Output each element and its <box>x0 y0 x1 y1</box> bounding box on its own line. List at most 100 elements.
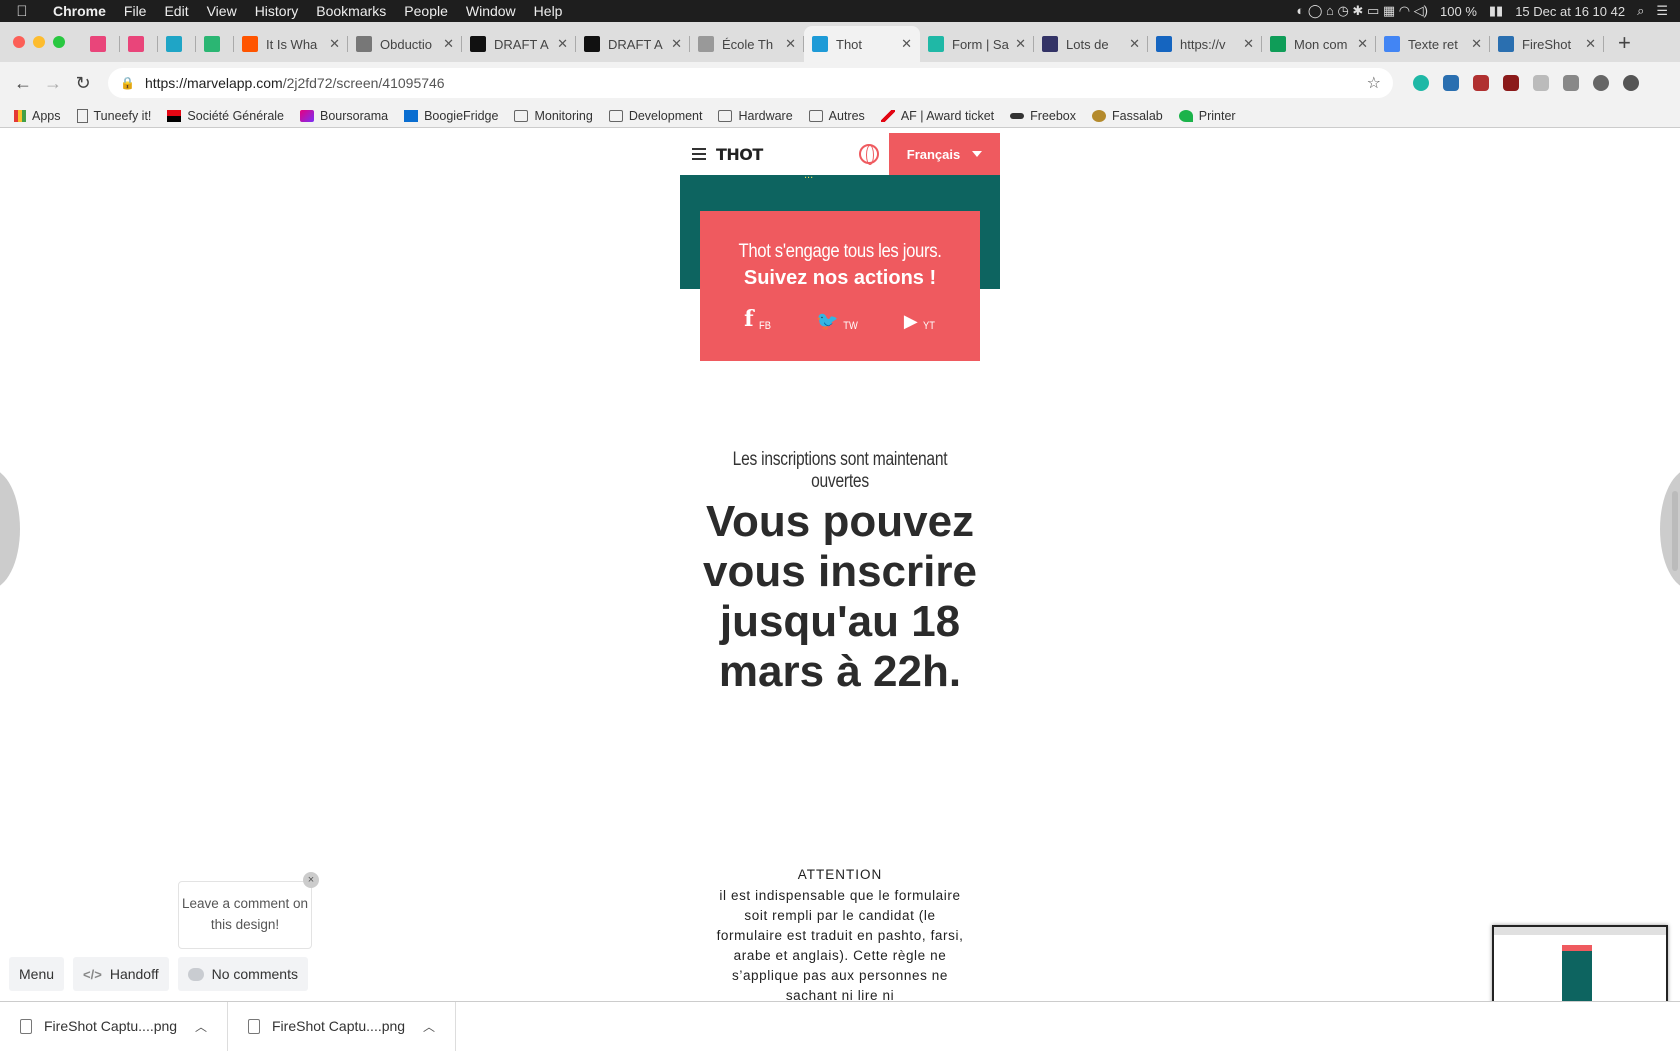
language-selector[interactable]: Français <box>889 133 1000 175</box>
menu-history[interactable]: History <box>246 3 308 19</box>
prev-screen-arrow[interactable] <box>0 469 20 589</box>
bookmark-freebox[interactable]: Freebox <box>1010 109 1076 123</box>
bookmark-tuneefy-it[interactable]: Tuneefy it! <box>76 108 151 123</box>
tab[interactable] <box>158 26 196 62</box>
tab[interactable]: FireShot ✕ <box>1490 26 1604 62</box>
tab-close-icon[interactable]: ✕ <box>329 36 340 52</box>
tab[interactable]: It Is Wha ✕ <box>234 26 348 62</box>
bookmark-hardware[interactable]: Hardware <box>718 109 793 123</box>
menu-people[interactable]: People <box>395 3 457 19</box>
s-extension-icon[interactable] <box>1563 75 1579 91</box>
bookmark-development[interactable]: Development <box>608 109 702 123</box>
tab[interactable]: Texte ret ✕ <box>1376 26 1490 62</box>
bookmark-af-award-ticket[interactable]: AF | Award ticket <box>880 109 994 123</box>
back-button[interactable]: ← <box>8 73 38 94</box>
menu-edit[interactable]: Edit <box>155 3 197 19</box>
thot-logo[interactable]: THOT <box>716 145 763 164</box>
tab[interactable]: École Th ✕ <box>690 26 804 62</box>
bookmark-apps[interactable]: Apps <box>14 109 61 123</box>
shield-extension-icon[interactable] <box>1503 75 1519 91</box>
tab-close-icon[interactable]: ✕ <box>671 36 682 52</box>
menu-help[interactable]: Help <box>525 3 572 19</box>
fireshot-extension-icon[interactable] <box>1443 75 1459 91</box>
tab-close-icon[interactable]: ✕ <box>1243 36 1254 52</box>
tab[interactable] <box>196 26 234 62</box>
menu-view[interactable]: View <box>198 3 246 19</box>
tab-active[interactable]: Thot ✕ <box>804 26 920 62</box>
clock[interactable]: 15 Dec at 16 10 42 <box>1515 4 1625 19</box>
download-item[interactable]: FireShot Captu....png ︿ <box>228 1001 456 1051</box>
bookmark-soci-t-g-n-rale[interactable]: Société Générale <box>167 109 284 123</box>
tab[interactable]: Obductio ✕ <box>348 26 462 62</box>
tab[interactable]: DRAFT A ✕ <box>576 26 690 62</box>
tab-label: FireShot <box>1522 36 1572 52</box>
tab[interactable]: Lots de ✕ <box>1034 26 1148 62</box>
scrollbar[interactable] <box>1672 491 1678 571</box>
menu-window[interactable]: Window <box>457 3 525 19</box>
tab-favicon-icon <box>128 36 144 52</box>
tab-close-icon[interactable]: ✕ <box>1585 36 1596 52</box>
bookmark-monitoring[interactable]: Monitoring <box>514 109 593 123</box>
bookmark-autres[interactable]: Autres <box>808 109 865 123</box>
battery-status[interactable]: 100 % <box>1440 4 1477 19</box>
reload-button[interactable]: ↻ <box>68 73 98 94</box>
tab-close-icon[interactable]: ✕ <box>1129 36 1140 52</box>
flag-icon[interactable]: ▮▮ <box>1489 3 1503 19</box>
handoff-button[interactable]: </> Handoff <box>73 957 169 991</box>
tab[interactable] <box>120 26 158 62</box>
thumbnail-topbar <box>1494 927 1666 935</box>
bookmark-boogiefridge[interactable]: BoogieFridge <box>404 109 498 123</box>
tab-close-icon[interactable]: ✕ <box>1471 36 1482 52</box>
tab[interactable] <box>82 26 120 62</box>
marvel-extension-icon[interactable] <box>1413 75 1429 91</box>
bookmark-star-icon[interactable]: ☆ <box>1367 73 1381 93</box>
comments-button[interactable]: No comments <box>177 957 308 991</box>
menu-button[interactable]: Menu <box>9 957 65 991</box>
tab-label: DRAFT A <box>494 36 549 52</box>
bookmark-fassalab[interactable]: Fassalab <box>1092 109 1163 123</box>
thot-mobile-design: ... THOT Français Thot s'engage tous les… <box>680 129 1000 1001</box>
chevron-up-icon[interactable]: ︿ <box>423 1018 435 1035</box>
zoom-window-button[interactable] <box>53 36 65 48</box>
tab-close-icon[interactable]: ✕ <box>443 36 454 52</box>
hamburger-menu-icon[interactable] <box>692 148 706 160</box>
menu-app-name[interactable]: Chrome <box>44 3 115 19</box>
tab-close-icon[interactable]: ✕ <box>557 36 568 52</box>
download-item[interactable]: FireShot Captu....png ︿ <box>0 1001 228 1051</box>
tab-close-icon[interactable]: ✕ <box>1015 36 1026 52</box>
twitter-link[interactable]: 🐦 TW <box>816 306 860 332</box>
bookmark-boursorama[interactable]: Boursorama <box>300 109 388 123</box>
globe-icon[interactable] <box>859 144 879 165</box>
youtube-link[interactable]: ▶ YT <box>904 306 936 332</box>
new-tab-button[interactable]: + <box>1604 30 1645 62</box>
extension-badge-icon[interactable] <box>1473 75 1489 91</box>
comment-prompt-bubble[interactable]: Leave a comment on this design! <box>178 881 312 949</box>
notification-center-icon[interactable]: ☰ <box>1656 3 1668 19</box>
tab[interactable]: https://v ✕ <box>1148 26 1262 62</box>
json-extension-icon[interactable] <box>1533 75 1549 91</box>
address-path: /2j2fd72/screen/41095746 <box>282 75 445 91</box>
menu-bookmarks[interactable]: Bookmarks <box>307 3 395 19</box>
chevron-up-icon[interactable]: ︿ <box>195 1018 207 1035</box>
facebook-link[interactable]: f FB <box>744 306 772 332</box>
registration-kicker: Les inscriptions sont maintenant ouverte… <box>732 449 948 492</box>
forward-button[interactable]: → <box>38 73 68 94</box>
close-window-button[interactable] <box>13 36 25 48</box>
tab-close-icon[interactable]: ✕ <box>785 36 796 52</box>
status-icons[interactable]: ◐ ◯ ⌂ ◷ ✱ ▭ ▦ ◠ ◁) <box>1296 3 1428 19</box>
minimize-window-button[interactable] <box>33 36 45 48</box>
menu-file[interactable]: File <box>115 3 156 19</box>
close-icon[interactable]: × <box>303 872 319 888</box>
tab[interactable]: Form | Sa ✕ <box>920 26 1034 62</box>
tab-close-icon[interactable]: ✕ <box>1357 36 1368 52</box>
tab[interactable]: Mon com ✕ <box>1262 26 1376 62</box>
spotlight-icon[interactable]: ⌕ <box>1637 3 1644 19</box>
tabs-container: It Is Wha ✕ Obductio ✕ DRAFT A ✕ DRAFT A ✕ École… <box>82 26 1604 62</box>
profile-avatar-icon[interactable] <box>1593 75 1609 91</box>
update-icon[interactable] <box>1623 75 1639 91</box>
tab[interactable]: DRAFT A ✕ <box>462 26 576 62</box>
tab-close-icon[interactable]: ✕ <box>901 36 912 52</box>
address-bar[interactable]: 🔒 https://marvelapp.com/2j2fd72/screen/4… <box>108 68 1393 98</box>
apple-menu-icon[interactable]:  <box>0 3 44 20</box>
bookmark-printer[interactable]: Printer <box>1178 109 1236 123</box>
